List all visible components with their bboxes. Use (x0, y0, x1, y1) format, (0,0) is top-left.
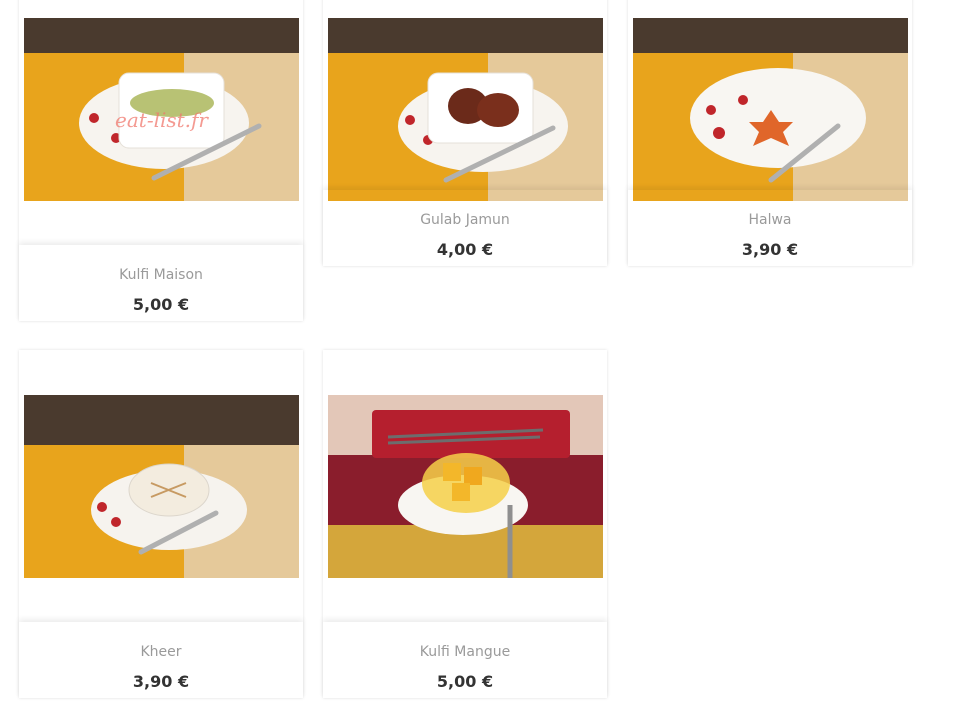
product-image-kulfi-maison[interactable]: eat-list.fr (24, 18, 299, 201)
product-caption: Halwa 3,90 € (628, 190, 912, 266)
product-name[interactable]: Halwa (628, 212, 912, 228)
product-caption: Gulab Jamun 4,00 € (323, 190, 607, 266)
product-name[interactable]: Kheer (19, 644, 303, 660)
product-price: 4,00 € (436, 240, 494, 259)
product-name[interactable]: Kulfi Mangue (323, 644, 607, 660)
product-name[interactable]: Gulab Jamun (323, 212, 607, 228)
product-caption: Kulfi Mangue 5,00 € (323, 622, 607, 698)
product-caption: Kulfi Maison 5,00 € (19, 245, 303, 321)
product-price: 5,00 € (132, 295, 190, 314)
product-price: 3,90 € (132, 672, 190, 691)
product-card-gulab-jamun[interactable]: Gulab Jamun 4,00 € (323, 0, 607, 266)
product-price: 3,90 € (741, 240, 799, 259)
product-image-kheer[interactable] (24, 395, 299, 578)
product-caption: Kheer 3,90 € (19, 622, 303, 698)
product-image-halwa[interactable] (633, 18, 908, 201)
product-image-kulfi-mangue[interactable] (328, 395, 603, 578)
product-name[interactable]: Kulfi Maison (19, 267, 303, 283)
product-card-kulfi-maison[interactable]: eat-list.fr Kulfi Maison 5,00 € (19, 0, 303, 321)
product-price: 5,00 € (436, 672, 494, 691)
product-card-kulfi-mangue[interactable]: Kulfi Mangue 5,00 € (323, 350, 607, 698)
product-image-gulab-jamun[interactable] (328, 18, 603, 201)
product-card-halwa[interactable]: Halwa 3,90 € (628, 0, 912, 266)
product-card-kheer[interactable]: Kheer 3,90 € (19, 350, 303, 698)
